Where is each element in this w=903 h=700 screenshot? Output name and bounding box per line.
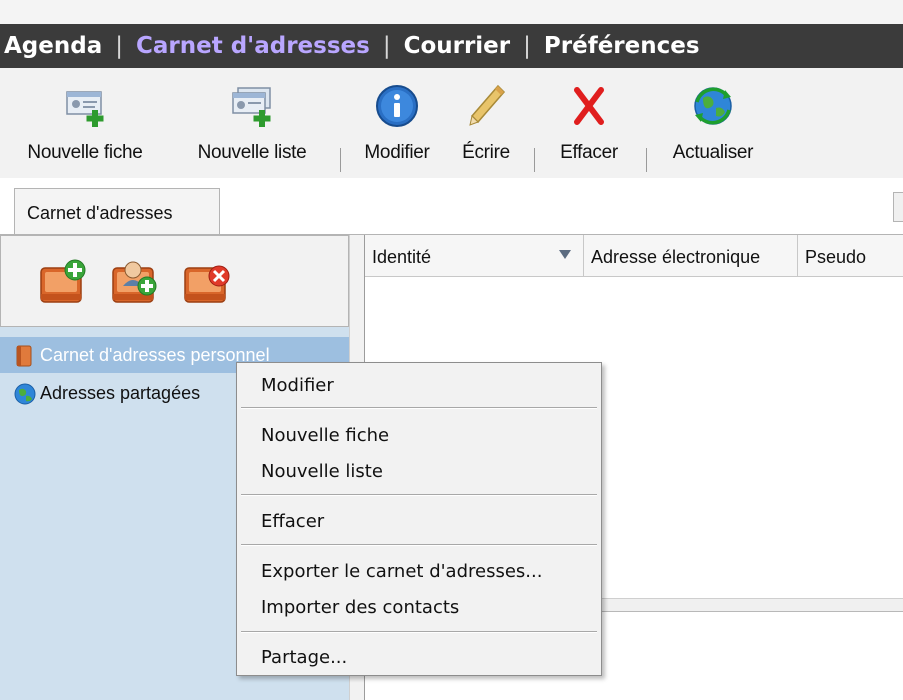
nav-tab-mail[interactable]: Courrier xyxy=(404,33,511,59)
toolbar-separator xyxy=(340,148,341,172)
edit-label: Modifier xyxy=(364,142,430,163)
menu-item-new-list[interactable]: Nouvelle liste xyxy=(261,461,383,482)
edit-button[interactable]: Modifier xyxy=(350,68,444,178)
column-header-label: Adresse électronique xyxy=(591,247,761,267)
menu-item-delete[interactable]: Effacer xyxy=(261,511,324,532)
new-card-label: Nouvelle fiche xyxy=(27,142,143,163)
column-header-email[interactable]: Adresse électronique xyxy=(584,235,798,276)
addressbook-sidebar-toolbar xyxy=(0,235,349,327)
write-button[interactable]: Écrire xyxy=(444,68,528,178)
globe-icon xyxy=(14,383,36,405)
menu-item-share[interactable]: Partage... xyxy=(261,647,347,668)
contacts-list-header: Identité Adresse électronique Pseudo xyxy=(365,235,903,277)
refresh-label: Actualiser xyxy=(672,142,754,163)
column-header-identity[interactable]: Identité xyxy=(365,235,584,276)
column-header-nickname[interactable]: Pseudo xyxy=(798,235,903,276)
write-label: Écrire xyxy=(462,142,510,163)
nav-tab-preferences[interactable]: Préférences xyxy=(544,33,700,59)
nav-separator: | xyxy=(382,33,391,59)
pencil-icon xyxy=(469,84,506,126)
address-book-icon xyxy=(16,345,32,367)
menu-separator xyxy=(241,544,597,546)
delete-button[interactable]: Effacer xyxy=(537,68,641,178)
main-nav: Agenda | Carnet d'adresses | Courrier | … xyxy=(0,24,903,68)
menu-separator xyxy=(241,494,597,496)
menu-item-edit[interactable]: Modifier xyxy=(261,375,334,396)
refresh-button[interactable]: Actualiser xyxy=(650,68,776,178)
column-header-label: Pseudo xyxy=(805,247,867,267)
toolbar-separator xyxy=(646,148,647,172)
column-header-label: Identité xyxy=(372,247,432,267)
sort-descending-icon xyxy=(559,250,571,259)
nav-tab-addressbook[interactable]: Carnet d'adresses xyxy=(136,33,370,59)
menu-item-new-card[interactable]: Nouvelle fiche xyxy=(261,425,389,446)
red-x-icon xyxy=(574,87,604,125)
addressbook-context-menu: Modifier Nouvelle fiche Nouvelle liste E… xyxy=(236,362,602,676)
menu-separator xyxy=(241,407,597,409)
nav-separator: | xyxy=(523,33,531,59)
new-list-label: Nouvelle liste xyxy=(197,142,307,163)
preview-splitter[interactable] xyxy=(600,598,903,612)
search-toggle-button[interactable] xyxy=(893,192,903,222)
new-list-button[interactable]: Nouvelle liste xyxy=(172,68,332,178)
tab-bar: Carnet d'adresses xyxy=(0,178,903,236)
add-addressbook-icon[interactable] xyxy=(37,256,89,308)
toolbar: Nouvelle fiche Nouvelle liste Modifier É… xyxy=(0,68,903,179)
new-list-icon xyxy=(232,87,271,127)
menu-item-import[interactable]: Importer des contacts xyxy=(261,597,459,618)
info-icon xyxy=(376,85,418,127)
menu-separator xyxy=(241,631,597,633)
window-top-strip xyxy=(0,0,903,24)
tab-addressbook[interactable]: Carnet d'adresses xyxy=(14,188,220,236)
new-card-button[interactable]: Nouvelle fiche xyxy=(0,68,170,178)
nav-separator: | xyxy=(115,33,123,59)
subscribe-addressbook-icon[interactable] xyxy=(109,256,161,308)
toolbar-separator xyxy=(534,148,535,172)
remove-addressbook-icon[interactable] xyxy=(181,256,233,308)
menu-item-export[interactable]: Exporter le carnet d'adresses... xyxy=(261,561,542,582)
sidebar-item-label: Adresses partagées xyxy=(40,383,201,403)
globe-refresh-icon xyxy=(694,87,732,125)
delete-label: Effacer xyxy=(560,142,618,163)
nav-tab-agenda[interactable]: Agenda xyxy=(4,33,102,59)
new-card-icon xyxy=(66,91,104,127)
